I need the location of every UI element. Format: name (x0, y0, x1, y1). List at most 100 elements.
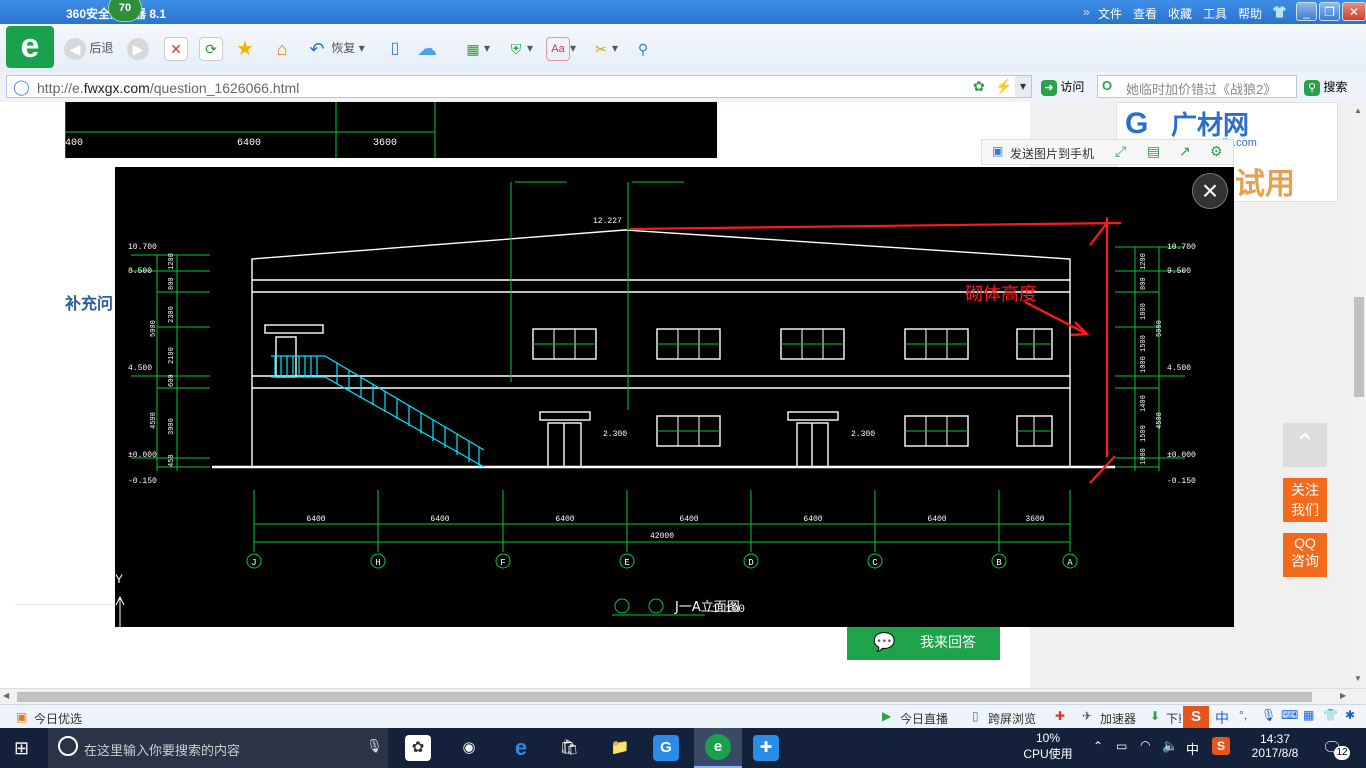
right-seg-7: 4500 (1156, 412, 1164, 429)
skin-icon[interactable]: 👕 (1323, 708, 1338, 722)
menu-help[interactable]: 帮助 (1238, 5, 1262, 22)
browser-logo-icon[interactable]: e (6, 26, 54, 68)
scroll-left-icon[interactable]: ◀ (3, 691, 9, 700)
home-button[interactable]: ⌂ (271, 36, 293, 60)
taskbar-ime-lang[interactable]: 中 (1186, 739, 1199, 758)
menu-favorites[interactable]: 收藏 (1168, 5, 1192, 22)
translate-button[interactable]: Aa ▾ (546, 36, 576, 61)
today-picks-link[interactable]: 今日优选 (34, 710, 82, 727)
send-to-phone-button[interactable]: 发送图片到手机 (1010, 145, 1094, 162)
fullscreen-icon[interactable]: ⤢ (1115, 143, 1126, 160)
search-input[interactable]: O 她临时加价错过《战狼2》 (1097, 75, 1297, 98)
accelerator-link[interactable]: 加速器 (1100, 710, 1136, 727)
search-engine-icon[interactable]: O (1102, 78, 1112, 93)
right-seg-0: 1200 (1140, 253, 1148, 270)
back-label: 后退 (89, 41, 114, 55)
question-image-top[interactable]: 400 6400 3600 (64, 102, 717, 158)
minimize-button[interactable]: _ (1296, 2, 1317, 21)
close-window-button[interactable]: ✕ (1342, 2, 1366, 21)
battery-icon[interactable]: ▭ (1116, 739, 1127, 753)
taskbar-search-input[interactable]: 在这里输入你要搜索的内容 🎙 (48, 728, 388, 768)
cloud-button[interactable]: ☁ (416, 36, 438, 60)
stop-button[interactable]: ✕ (164, 36, 188, 61)
punct-icon[interactable]: °, (1239, 708, 1247, 722)
vertical-scrollbar[interactable]: ▲ ▼ (1352, 102, 1366, 688)
visit-button[interactable]: ➜ 访问 (1041, 78, 1084, 96)
cross-screen-link[interactable]: 跨屏浏览 (988, 710, 1036, 727)
zoom-button[interactable]: ⚲ (632, 36, 654, 60)
menu-tools[interactable]: 工具 (1203, 5, 1227, 22)
save-icon[interactable]: ▤ (1147, 143, 1160, 160)
wifi-icon[interactable]: ◠ (1140, 738, 1150, 752)
horizontal-scroll-thumb[interactable] (17, 692, 1312, 702)
clock[interactable]: 14:37 2017/8/8 (1240, 732, 1310, 760)
clock-time: 14:37 (1259, 732, 1291, 746)
answer-button[interactable]: 💬 我来回答 (847, 624, 1000, 660)
volume-icon[interactable]: 🔈 (1162, 738, 1178, 754)
menu-view[interactable]: 查看 (1133, 5, 1157, 22)
axis-5: C (872, 558, 878, 568)
glodon-app-icon[interactable]: G (653, 735, 679, 761)
menu-chevron-icon[interactable]: » (1083, 5, 1090, 19)
apps-button[interactable]: ▦ ▾ (462, 36, 490, 60)
file-explorer-icon[interactable]: 📁 (607, 735, 633, 761)
url-text[interactable]: http://e.fwxgx.com/question_1626066.html (37, 80, 299, 96)
back-to-top-button[interactable]: ⌃ (1283, 423, 1327, 467)
bottom-dim-3: 6400 (679, 515, 698, 524)
horizontal-scrollbar[interactable]: ◀ ▶ (0, 688, 1366, 705)
drawing-scale: 1:100 (712, 604, 745, 616)
security-button[interactable]: ⛨ ▾ (505, 36, 533, 60)
scroll-down-icon[interactable]: ▼ (1354, 674, 1362, 683)
scroll-up-icon[interactable]: ▲ (1354, 106, 1362, 115)
microphone-icon[interactable]: 🎙 (366, 738, 383, 754)
phone-send-icon: ▣ (992, 144, 1004, 158)
sogou-tray-icon[interactable]: S (1212, 737, 1230, 755)
edge-icon[interactable]: e (508, 735, 534, 761)
keyboard-icon[interactable]: ⌨ (1281, 708, 1298, 722)
remote-app-icon[interactable]: ✚ (753, 735, 779, 761)
refresh-button[interactable]: ⟳ (199, 36, 223, 61)
scroll-right-icon[interactable]: ▶ (1340, 691, 1346, 700)
speed-bolt-icon[interactable]: ⚡ (995, 78, 1012, 95)
ime-lang[interactable]: 中 (1215, 708, 1229, 728)
sogou-ime-icon[interactable]: S (1183, 706, 1209, 728)
security-score-badge[interactable]: 70 (108, 0, 142, 22)
mic-icon[interactable]: 🎙 (1261, 708, 1276, 722)
ime-toolbar[interactable]: S 中 °, 🎙 ⌨ ▦ 👕 ✱ (1181, 706, 1366, 728)
close-viewer-button[interactable]: × (1192, 173, 1228, 209)
search-button[interactable]: ⚲ 搜索 (1304, 78, 1347, 96)
menu-file[interactable]: 文件 (1098, 5, 1122, 22)
screenshot-button[interactable]: ✂ ▾ (590, 36, 618, 60)
refresh-icon: ⟳ (199, 36, 223, 61)
qq-consult-button[interactable]: QQ 咨询 (1283, 533, 1327, 577)
store-icon[interactable]: 🛍 (556, 735, 582, 761)
cpu-usage-widget[interactable]: 10% CPU使用 (1018, 731, 1078, 762)
back-arrow-icon: ◀ (64, 37, 86, 60)
back-button[interactable]: ◀ 后退 (64, 36, 113, 60)
image-viewer[interactable]: J H F E D C B A 6400 6400 6400 6400 6400… (115, 167, 1234, 627)
address-dropdown[interactable]: ▾ (1015, 76, 1031, 97)
tools-icon[interactable]: ✱ (1345, 708, 1355, 722)
windows-start-icon[interactable]: ⊞ (14, 738, 29, 759)
skin-shirt-icon[interactable]: 👕 (1272, 5, 1287, 19)
active-browser-task[interactable]: e (694, 728, 742, 768)
vertical-scroll-thumb[interactable] (1354, 297, 1364, 397)
mobile-button[interactable]: ▯ (384, 36, 406, 60)
restore-button[interactable]: ↶ 恢复 ▾ (306, 36, 364, 60)
shield-icon: ⛨ (510, 40, 522, 57)
favorite-button[interactable]: ★ (234, 36, 256, 60)
browser-360-se-icon[interactable]: ◉ (456, 735, 482, 761)
left-seg-6: 4500 (150, 412, 158, 429)
gear-icon[interactable]: ⚙ (1210, 143, 1223, 160)
follow-us-button[interactable]: 关注 我们 (1283, 478, 1327, 522)
address-bar[interactable]: ◯ http://e.fwxgx.com/question_1626066.ht… (6, 75, 1032, 98)
canopy-elev-0: 2.300 (603, 430, 627, 439)
tray-chevron-icon[interactable]: ⌃ (1093, 739, 1103, 753)
apps-icon[interactable]: ▦ (1303, 708, 1314, 722)
forward-button[interactable]: ▶ (127, 36, 149, 60)
maximize-button[interactable]: ❐ (1319, 2, 1340, 21)
share-icon[interactable]: ↗ (1179, 143, 1191, 160)
today-live-link[interactable]: 今日直播 (900, 710, 948, 727)
task-view-icon[interactable]: ✿ (405, 735, 431, 761)
axis-2: F (500, 558, 505, 568)
